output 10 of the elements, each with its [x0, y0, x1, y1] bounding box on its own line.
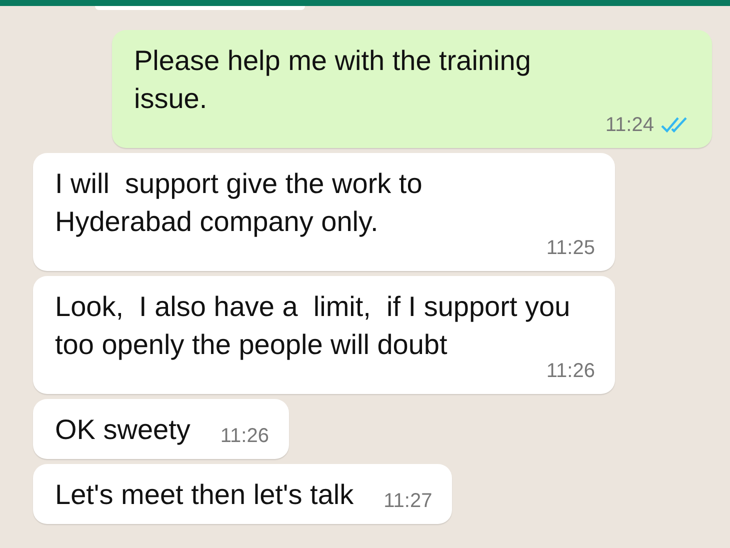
message-time: 11:24 [605, 113, 654, 138]
message-time: 11:25 [546, 236, 595, 261]
message-text: I will support give the work to Hyderabad company only. [55, 167, 424, 239]
message-text: Let's meet then let's talk [55, 478, 354, 512]
message-text: Please help me with the training issue. [134, 44, 532, 116]
message-text: Look, I also have a limit, if I support you too openly the people will doubt [55, 290, 572, 362]
message-time: 11:26 [220, 424, 269, 449]
message-text: OK sweety [55, 413, 190, 447]
message-time: 11:26 [546, 359, 595, 384]
message-time: 11:27 [384, 489, 432, 514]
